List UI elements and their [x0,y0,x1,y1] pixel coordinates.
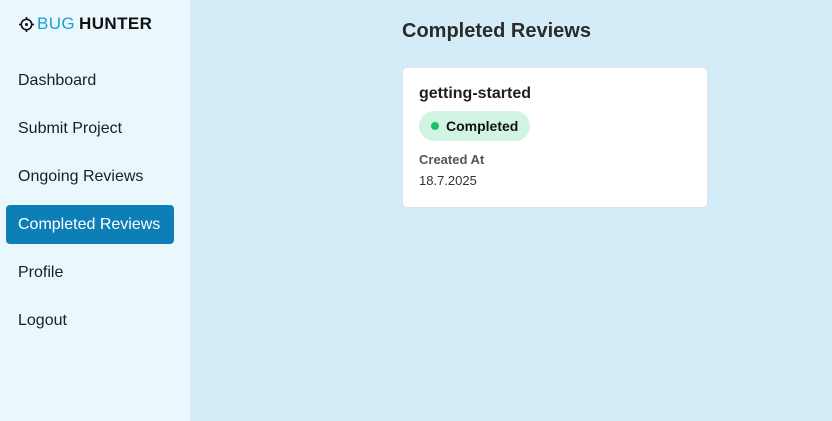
sidebar-item-dashboard[interactable]: Dashboard [6,61,174,100]
sidebar-item-submit-project[interactable]: Submit Project [6,109,174,148]
logo-text-hunter: HUNTER [79,14,153,33]
sidebar: BUG HUNTER Dashboard Submit Project Ongo… [0,0,190,421]
crosshair-icon [19,16,34,32]
logo-text-bug: BUG [37,14,76,33]
status-badge-label: Completed [446,118,519,134]
status-badge: Completed [419,111,531,141]
created-at-label: Created At [419,152,485,167]
review-card[interactable]: getting-started Completed Created At 18.… [402,67,708,208]
review-card-title: getting-started [419,85,531,102]
sidebar-nav: Dashboard Submit Project Ongoing Reviews… [6,61,174,349]
sidebar-item-profile[interactable]: Profile [6,253,174,292]
created-at-value: 18.7.2025 [419,173,477,188]
sidebar-item-ongoing-reviews[interactable]: Ongoing Reviews [6,157,174,196]
sidebar-item-completed-reviews[interactable]: Completed Reviews [6,205,174,244]
page-title: Completed Reviews [402,20,591,42]
main-content: Completed Reviews getting-started Comple… [190,0,832,421]
app-logo[interactable]: BUG HUNTER [19,15,152,33]
status-dot-icon [431,122,439,130]
sidebar-item-logout[interactable]: Logout [6,301,174,340]
